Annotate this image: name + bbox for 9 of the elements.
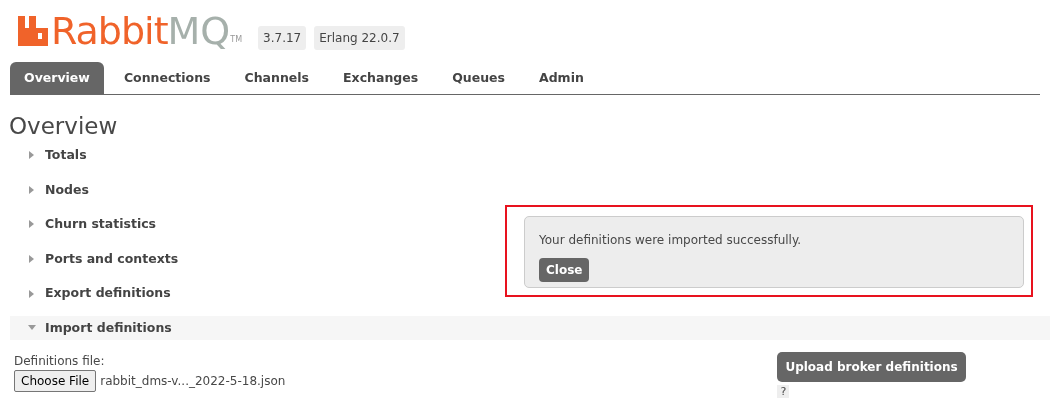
notification-message: Your definitions were imported successfully. — [539, 232, 803, 249]
page-title: Overview — [9, 115, 119, 138]
version-label: 3.7.17 — [258, 26, 307, 50]
logo-text: Rabbit — [51, 12, 168, 50]
version-label: Erlang 22.0.7 — [314, 26, 405, 50]
logo-text: MQ — [167, 12, 231, 50]
trademark-text: TM — [230, 35, 243, 44]
field-label: Definitions file: — [14, 352, 106, 370]
file-name: rabbit_dms-v..._2022-5-18.json — [100, 372, 286, 390]
